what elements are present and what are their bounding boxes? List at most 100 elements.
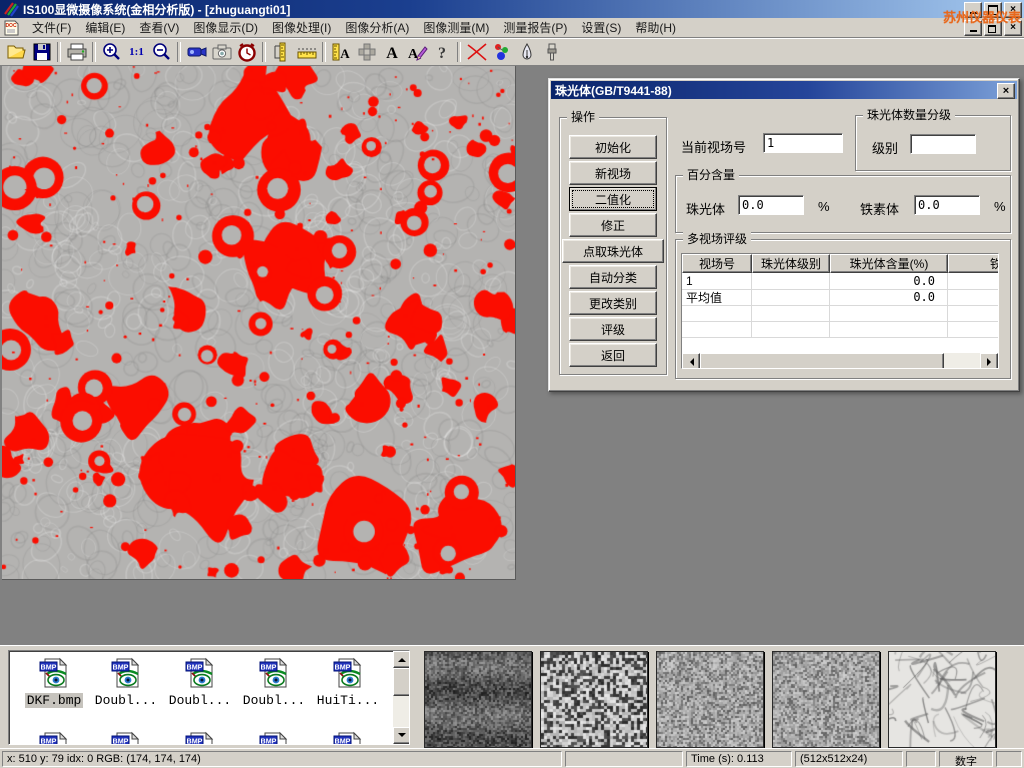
child-minimize-icon	[970, 23, 977, 32]
file-label[interactable]: Doubl...	[93, 693, 159, 708]
video-camera-icon[interactable]	[184, 40, 209, 64]
rating-table[interactable]: 视场号 珠光体级别 珠光体含量(%) 铁素体 1 0.0 平均值 0.0	[681, 253, 999, 369]
file-label[interactable]: HuiTi...	[315, 693, 381, 708]
table-h-scrollbar[interactable]	[682, 353, 998, 368]
help-icon[interactable]: ?	[429, 40, 454, 64]
thumbnail-1[interactable]	[424, 651, 532, 748]
menu-item-settings[interactable]: 设置(S)	[574, 17, 628, 38]
file-item-partial[interactable]: BMP	[165, 731, 235, 745]
ferrite-input[interactable]	[914, 195, 980, 215]
thumbnail-5[interactable]	[888, 651, 996, 748]
minimize-button[interactable]	[964, 2, 982, 18]
actual-size-icon[interactable]: 1:1	[124, 40, 149, 64]
edit-text-icon[interactable]: A	[404, 40, 429, 64]
rate-button[interactable]: 评级	[569, 317, 657, 341]
menu-item-report[interactable]: 测量报告(P)	[496, 17, 574, 38]
change-class-button[interactable]: 更改类别	[569, 291, 657, 315]
print-icon[interactable]	[64, 40, 89, 64]
child-restore-icon	[988, 25, 996, 33]
file-item[interactable]: BMP HuiTi...	[313, 657, 383, 708]
thumbnail-4[interactable]	[772, 651, 880, 748]
file-item[interactable]: BMP Doubl...	[239, 657, 309, 708]
table-header-grade[interactable]: 珠光体级别	[752, 254, 830, 273]
zoom-in-icon[interactable]	[99, 40, 124, 64]
table-header-pearlite[interactable]: 珠光体含量(%)	[830, 254, 948, 273]
file-item[interactable]: BMP Doubl...	[91, 657, 161, 708]
bmp-file-icon: BMP	[38, 657, 70, 689]
grade-input[interactable]	[910, 134, 976, 154]
percent-group-label: 百分含量	[683, 168, 739, 182]
file-label-selected[interactable]: DKF.bmp	[25, 693, 84, 708]
thumbnail-2[interactable]	[540, 651, 648, 748]
menu-item-image-measure[interactable]: 图像测量(M)	[416, 17, 496, 38]
child-minimize-button[interactable]	[964, 20, 982, 36]
binarize-button[interactable]: 二值化	[569, 187, 657, 211]
measure-text-icon[interactable]: A	[329, 40, 354, 64]
text-label-icon[interactable]: A	[379, 40, 404, 64]
arrow-left-icon	[686, 358, 694, 366]
file-list-v-scrollbar[interactable]	[393, 651, 409, 744]
open-icon[interactable]	[4, 40, 29, 64]
pen-tool-icon[interactable]	[514, 40, 539, 64]
file-label[interactable]: Doubl...	[241, 693, 307, 708]
merge-grid-icon[interactable]	[354, 40, 379, 64]
close-button[interactable]: ×	[1004, 2, 1022, 18]
menu-item-help[interactable]: 帮助(H)	[628, 17, 683, 38]
ruler-horizontal-icon[interactable]	[294, 40, 319, 64]
file-item[interactable]: BMP DKF.bmp	[19, 657, 89, 708]
scroll-track[interactable]	[944, 353, 980, 368]
table-row[interactable]: 1 0.0	[682, 273, 999, 290]
initialize-button[interactable]: 初始化	[569, 135, 657, 159]
dialog-title-bar[interactable]: 珠光体(GB/T9441-88) ×	[551, 81, 1017, 99]
scroll-up-arrow[interactable]	[393, 651, 410, 668]
file-item-partial[interactable]: BMP	[19, 731, 89, 745]
file-item-partial[interactable]: BMP	[91, 731, 161, 745]
maximize-button[interactable]	[984, 2, 1002, 18]
menu-item-file[interactable]: 文件(F)	[25, 17, 78, 38]
scroll-track[interactable]	[393, 696, 409, 727]
curve-tool-icon[interactable]	[464, 40, 489, 64]
menu-item-image-process[interactable]: 图像处理(I)	[265, 17, 338, 38]
menu-item-image-analysis[interactable]: 图像分析(A)	[338, 17, 416, 38]
snapshot-camera-icon[interactable]	[209, 40, 234, 64]
zoom-out-icon[interactable]	[149, 40, 174, 64]
timer-clock-icon[interactable]	[234, 40, 259, 64]
svg-text:BMP: BMP	[261, 736, 277, 745]
scroll-down-arrow[interactable]	[393, 727, 410, 744]
file-label[interactable]: Doubl...	[167, 693, 233, 708]
caliper-vertical-icon[interactable]	[269, 40, 294, 64]
file-item-partial[interactable]: BMP	[313, 731, 383, 745]
pearlite-input[interactable]	[738, 195, 804, 215]
scroll-left-arrow[interactable]	[682, 353, 700, 369]
correct-button[interactable]: 修正	[569, 213, 657, 237]
file-item[interactable]: BMP Doubl...	[165, 657, 235, 708]
file-item-partial[interactable]: BMP	[239, 731, 309, 745]
table-header-ferrite[interactable]: 铁素体	[948, 254, 999, 273]
return-button[interactable]: 返回	[569, 343, 657, 367]
file-list[interactable]: BMP DKF.bmp BMP Doubl... BMP	[8, 650, 410, 745]
table-cell-grade	[752, 273, 830, 289]
svg-text:A: A	[386, 45, 398, 62]
current-field-input[interactable]	[763, 133, 843, 153]
thumbnail-3[interactable]	[656, 651, 764, 748]
new-field-button[interactable]: 新视场	[569, 161, 657, 185]
auto-classify-button[interactable]: 自动分类	[569, 265, 657, 289]
child-close-button[interactable]: ×	[1004, 20, 1022, 36]
child-restore-button[interactable]	[984, 20, 1002, 36]
dialog-close-button[interactable]: ×	[997, 83, 1015, 99]
menu-item-image-display[interactable]: 图像显示(D)	[186, 17, 265, 38]
scroll-thumb[interactable]	[393, 668, 410, 696]
particle-colors-icon[interactable]	[489, 40, 514, 64]
metallograph-image[interactable]	[2, 66, 516, 580]
table-header-field[interactable]: 视场号	[682, 254, 752, 273]
table-row[interactable]: 平均值 0.0	[682, 289, 999, 306]
save-icon[interactable]	[29, 40, 54, 64]
multi-field-group-label: 多视场评级	[683, 232, 751, 246]
scroll-thumb[interactable]	[700, 353, 944, 369]
menu-item-edit[interactable]: 编辑(E)	[78, 17, 132, 38]
svg-text:BMP: BMP	[335, 662, 351, 671]
pick-pearlite-button[interactable]: 点取珠光体	[562, 239, 664, 263]
scroll-right-arrow[interactable]	[980, 353, 998, 369]
brush-tool-icon[interactable]	[539, 40, 564, 64]
menu-item-view[interactable]: 查看(V)	[132, 17, 186, 38]
